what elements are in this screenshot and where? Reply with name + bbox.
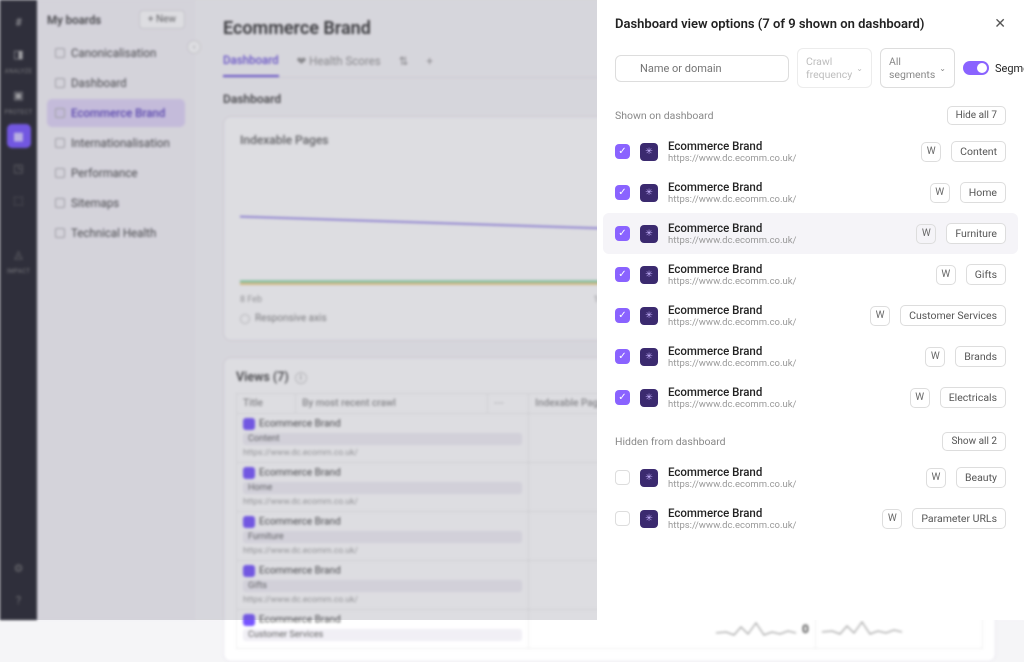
view-row[interactable]: ✓✳Ecommerce Brandhttps://www.dc.ecomm.co… [603, 254, 1018, 295]
search-input[interactable] [615, 55, 789, 82]
frequency-chip[interactable]: W [870, 306, 890, 326]
segments-toggle[interactable]: Segments [963, 61, 1024, 75]
frequency-chip[interactable]: W [921, 142, 941, 162]
checkbox-icon[interactable]: ✓ [615, 144, 630, 159]
view-row[interactable]: ✓✳Ecommerce Brandhttps://www.dc.ecomm.co… [603, 172, 1018, 213]
segment-chip[interactable]: Electricals [940, 387, 1006, 408]
frequency-chip[interactable]: W [916, 224, 936, 244]
show-all-button[interactable]: Show all 2 [942, 432, 1006, 451]
segment-chip[interactable]: Brands [955, 346, 1006, 367]
site-favicon: ✳ [640, 225, 658, 243]
frequency-chip[interactable]: W [910, 388, 930, 408]
site-favicon: ✳ [640, 348, 658, 366]
hide-all-button[interactable]: Hide all 7 [947, 106, 1006, 125]
site-favicon: ✳ [640, 469, 658, 487]
checkbox-icon[interactable]: ✓ [615, 226, 630, 241]
segments-select[interactable]: All segments⌄ [880, 48, 955, 88]
view-row[interactable]: ✓✳Ecommerce Brandhttps://www.dc.ecomm.co… [603, 131, 1018, 172]
hidden-section-label: Hidden from dashboard [615, 435, 726, 448]
segment-chip[interactable]: Gifts [966, 264, 1006, 285]
checkbox-icon[interactable]: ✓ [615, 267, 630, 282]
frequency-chip[interactable]: W [930, 183, 950, 203]
view-row[interactable]: ✳Ecommerce Brandhttps://www.dc.ecomm.co.… [603, 457, 1018, 498]
dashboard-options-panel: Dashboard view options (7 of 9 shown on … [597, 0, 1024, 620]
site-favicon: ✳ [640, 307, 658, 325]
segment-chip[interactable]: Furniture [946, 223, 1006, 244]
site-favicon: ✳ [640, 510, 658, 528]
close-icon[interactable]: ✕ [994, 16, 1006, 32]
segment-chip[interactable]: Customer Services [900, 305, 1006, 326]
frequency-chip[interactable]: W [936, 265, 956, 285]
crawl-frequency-select[interactable]: Crawl frequency⌄ [797, 48, 872, 88]
view-row[interactable]: ✓✳Ecommerce Brandhttps://www.dc.ecomm.co… [603, 336, 1018, 377]
view-row[interactable]: ✓✳Ecommerce Brandhttps://www.dc.ecomm.co… [603, 213, 1018, 254]
segment-chip[interactable]: Parameter URLs [912, 508, 1006, 529]
site-favicon: ✳ [640, 143, 658, 161]
checkbox-icon[interactable]: ✓ [615, 185, 630, 200]
checkbox-icon[interactable]: ✓ [615, 349, 630, 364]
site-favicon: ✳ [640, 266, 658, 284]
checkbox-icon[interactable]: ✓ [615, 308, 630, 323]
frequency-chip[interactable]: W [882, 509, 902, 529]
frequency-chip[interactable]: W [925, 347, 945, 367]
view-row[interactable]: ✳Ecommerce Brandhttps://www.dc.ecomm.co.… [603, 498, 1018, 539]
checkbox-icon[interactable] [615, 511, 630, 526]
site-favicon: ✳ [640, 389, 658, 407]
panel-title: Dashboard view options (7 of 9 shown on … [615, 17, 924, 32]
checkbox-icon[interactable]: ✓ [615, 390, 630, 405]
segment-chip[interactable]: Home [960, 182, 1006, 203]
frequency-chip[interactable]: W [926, 468, 946, 488]
segment-chip[interactable]: Content [951, 141, 1006, 162]
view-row[interactable]: ✓✳Ecommerce Brandhttps://www.dc.ecomm.co… [603, 295, 1018, 336]
site-favicon: ✳ [640, 184, 658, 202]
checkbox-icon[interactable] [615, 470, 630, 485]
shown-section-label: Shown on dashboard [615, 109, 714, 122]
segment-chip[interactable]: Beauty [956, 467, 1006, 488]
view-row[interactable]: ✓✳Ecommerce Brandhttps://www.dc.ecomm.co… [603, 377, 1018, 418]
